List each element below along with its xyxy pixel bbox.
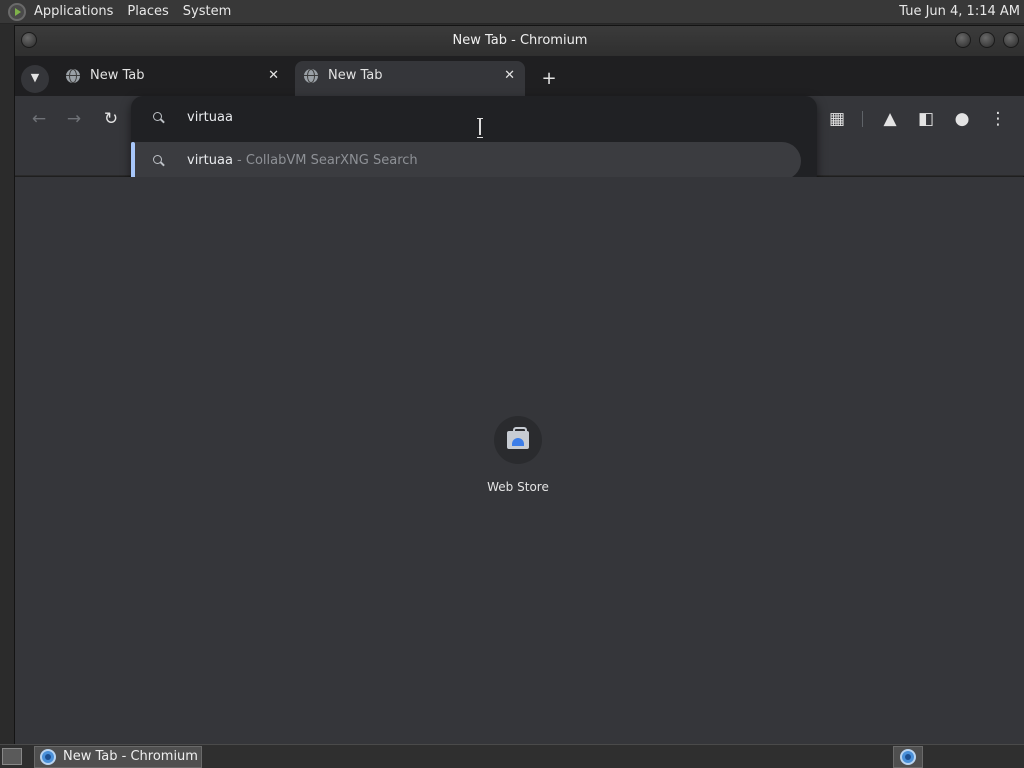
- back-arrow-icon[interactable]: ←: [26, 106, 52, 132]
- profile-avatar-icon[interactable]: ●: [949, 106, 975, 132]
- tab-label: New Tab: [90, 68, 145, 83]
- chromium-icon: [900, 749, 916, 765]
- tray-chromium[interactable]: [893, 746, 923, 768]
- shortcut-label[interactable]: Web Store: [468, 480, 568, 494]
- omnibox-dropdown: virtuaa virtuaa - CollabVM SearXNG Searc…: [131, 96, 817, 186]
- browser-window: New Tab - Chromium ▼ New Tab ✕ New Tab ✕…: [14, 25, 1024, 745]
- menu-system[interactable]: System: [176, 4, 238, 19]
- minimize-button[interactable]: [955, 32, 971, 48]
- globe-icon: [66, 69, 80, 83]
- chromium-icon: [40, 749, 56, 765]
- suggestion-text: virtuaa - CollabVM SearXNG Search: [187, 153, 418, 168]
- globe-icon: [304, 69, 318, 83]
- suggestion-query: virtuaa: [187, 153, 233, 168]
- top-panel: Applications Places System Tue Jun 4, 1:…: [0, 0, 1024, 24]
- omnibox-suggestion[interactable]: virtuaa - CollabVM SearXNG Search: [131, 142, 801, 180]
- tab-strip: ▼ New Tab ✕ New Tab ✕ +: [15, 56, 1024, 96]
- forward-arrow-icon[interactable]: →: [61, 106, 87, 132]
- extensions-puzzle-icon[interactable]: ▦: [824, 106, 850, 132]
- tab-new-tab-2[interactable]: New Tab ✕: [295, 61, 525, 96]
- tab-new-tab-1[interactable]: New Tab ✕: [57, 61, 289, 96]
- menu-places[interactable]: Places: [120, 4, 175, 19]
- search-icon: [153, 112, 165, 124]
- suggestion-source: - CollabVM SearXNG Search: [232, 153, 418, 168]
- taskbar-item-chromium[interactable]: New Tab - Chromium: [34, 746, 202, 768]
- search-icon: [153, 155, 165, 167]
- chevron-down-icon: ▼: [30, 71, 40, 84]
- side-panel-icon[interactable]: ◧: [913, 106, 939, 132]
- window-title: New Tab - Chromium: [452, 33, 588, 48]
- tab-label: New Tab: [328, 68, 383, 83]
- taskbar-item-label: New Tab - Chromium: [63, 749, 198, 764]
- maximize-button[interactable]: [979, 32, 995, 48]
- close-tab-icon[interactable]: ✕: [504, 61, 515, 91]
- reload-icon[interactable]: ↻: [98, 106, 124, 132]
- menu-applications[interactable]: Applications: [27, 4, 120, 19]
- new-tab-page: Web Store: [15, 177, 1024, 745]
- web-store-icon: [507, 427, 529, 449]
- omnibox-input[interactable]: virtuaa: [187, 110, 233, 125]
- bottom-panel: New Tab - Chromium: [0, 744, 1024, 768]
- close-tab-icon[interactable]: ✕: [268, 61, 279, 91]
- labs-flask-icon[interactable]: ▲: [877, 106, 903, 132]
- window-menu-button[interactable]: [21, 32, 37, 48]
- distro-logo-icon[interactable]: [8, 2, 26, 21]
- show-desktop-icon[interactable]: [2, 748, 22, 765]
- window-titlebar[interactable]: New Tab - Chromium: [15, 26, 1024, 56]
- close-window-button[interactable]: [1003, 32, 1019, 48]
- text-cursor-icon: [477, 118, 483, 138]
- kebab-menu-icon[interactable]: ⋮: [985, 106, 1011, 132]
- new-tab-button[interactable]: +: [537, 67, 561, 91]
- toolbar-divider: [862, 111, 863, 127]
- suggestion-selection-bar: [131, 142, 135, 180]
- shortcut-web-store[interactable]: [494, 416, 542, 464]
- clock[interactable]: Tue Jun 4, 1:14 AM: [899, 4, 1020, 19]
- tab-search-button[interactable]: ▼: [21, 65, 49, 93]
